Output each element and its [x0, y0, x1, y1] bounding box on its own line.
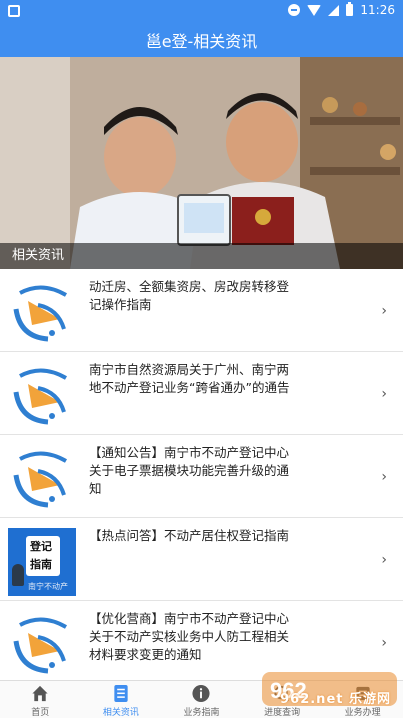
list-item[interactable]: 动迁房、全额集资房、房改房转移登记操作指南 ›	[0, 269, 403, 352]
tab-label: 相关资讯	[102, 708, 139, 718]
logo-icon	[13, 368, 68, 425]
title-bar: 邕e登-相关资讯	[0, 22, 403, 57]
chevron-right-icon: ›	[381, 303, 387, 319]
wifi-icon	[307, 4, 322, 16]
tab-news[interactable]: 相关资讯	[81, 681, 162, 718]
tab-home[interactable]: 首页	[0, 681, 81, 718]
news-list: 动迁房、全额集资房、房改房转移登记操作指南 › 南宁市自然资源局关于广州、南宁两…	[0, 269, 403, 684]
info-icon	[192, 684, 211, 703]
tab-guide[interactable]: 业务指南	[161, 681, 242, 718]
guide-text-1: 登记	[30, 540, 52, 553]
list-item[interactable]: 【通知公告】南宁市不动产登记中心关于电子票据模块功能完善升级的通知 ›	[0, 435, 403, 518]
guide-text-2: 指南	[30, 558, 52, 571]
tab-label: 首页	[31, 708, 50, 718]
list-item[interactable]: 南宁市自然资源局关于广州、南宁两地不动产登记业务“跨省通办”的通告 ›	[0, 352, 403, 435]
status-time: 11:26	[360, 3, 395, 17]
notification-icon	[8, 5, 20, 17]
status-indicators: 11:26	[288, 2, 395, 17]
status-bar: 11:26	[0, 0, 403, 22]
chevron-right-icon: ›	[381, 552, 387, 568]
banner-photo	[0, 57, 403, 269]
banner-caption: 相关资讯	[0, 243, 403, 269]
logo-icon	[13, 285, 68, 342]
signal-icon	[328, 4, 340, 16]
battery-icon	[346, 2, 354, 16]
news-title: 动迁房、全额集资房、房改房转移登记操作指南	[89, 279, 290, 312]
banner[interactable]: 相关资讯	[0, 57, 403, 269]
news-title: 【优化营商】南宁市不动产登记中心关于不动产实核业务中人防工程相关材料要求变更的通…	[89, 611, 290, 662]
guide-icon: 登记 指南 南宁不动产	[8, 528, 76, 596]
home-icon	[32, 685, 48, 702]
chevron-right-icon: ›	[381, 469, 387, 485]
news-title: 【通知公告】南宁市不动产登记中心关于电子票据模块功能完善升级的通知	[89, 445, 290, 496]
watermark-text: 962.net 乐游网	[280, 692, 391, 707]
tab-label: 业务指南	[183, 708, 220, 718]
list-item[interactable]: 登记 指南 南宁不动产 【热点问答】不动产居住权登记指南 ›	[0, 518, 403, 601]
guide-text-3: 南宁不动产	[28, 582, 68, 591]
page-title: 邕e登-相关资讯	[145, 31, 258, 51]
logo-icon	[13, 451, 68, 508]
chevron-right-icon: ›	[381, 386, 387, 402]
do-not-disturb-icon	[288, 4, 301, 16]
logo-icon	[13, 617, 68, 674]
news-icon	[114, 684, 128, 703]
news-title: 【热点问答】不动产居住权登记指南	[89, 528, 290, 543]
news-title: 南宁市自然资源局关于广州、南宁两地不动产登记业务“跨省通办”的通告	[89, 362, 290, 395]
chevron-right-icon: ›	[381, 635, 387, 651]
